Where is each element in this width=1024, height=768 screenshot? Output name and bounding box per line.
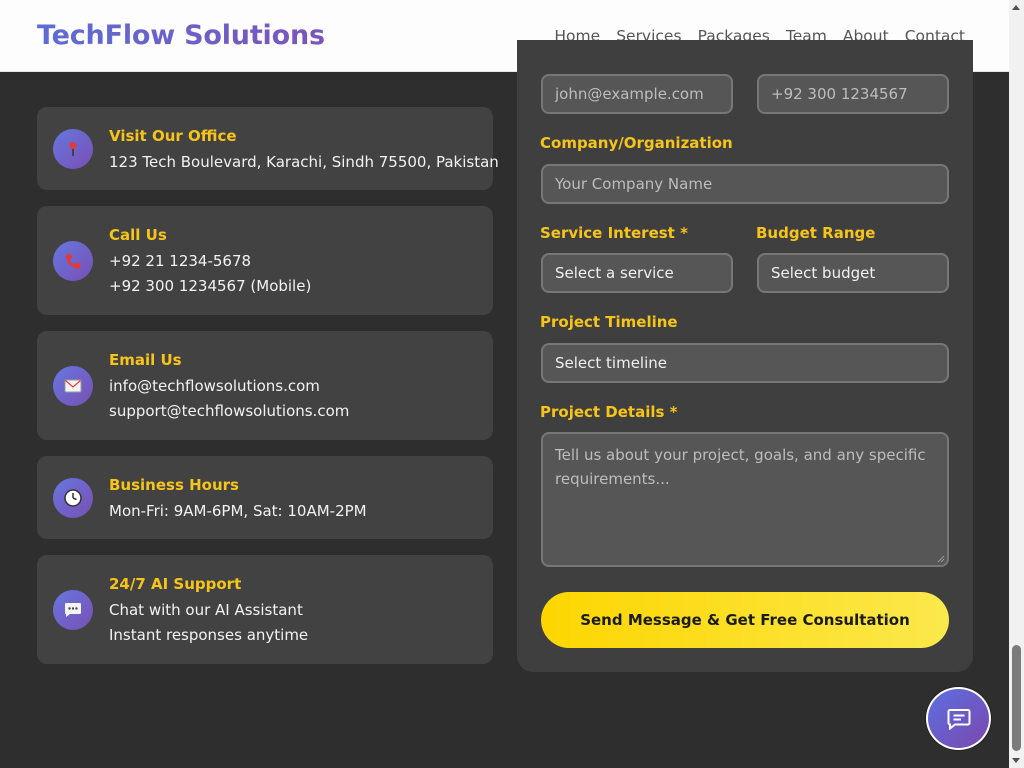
- chat-bubble-icon: [53, 590, 93, 630]
- timeline-label: Project Timeline: [540, 313, 678, 331]
- send-message-button[interactable]: Send Message & Get Free Consultation: [541, 592, 949, 648]
- details-label: Project Details *: [540, 403, 678, 421]
- card-hours: Business Hours Mon-Fri: 9AM-6PM, Sat: 10…: [37, 456, 493, 539]
- scroll-down-icon[interactable]: [1012, 758, 1020, 763]
- service-select[interactable]: Select a service: [541, 253, 733, 293]
- card-text[interactable]: info@techflowsolutions.com: [109, 377, 320, 395]
- card-ai-support[interactable]: 24/7 AI Support Chat with our AI Assista…: [37, 555, 493, 664]
- card-text[interactable]: +92 300 1234567 (Mobile): [109, 277, 311, 295]
- phone-icon: [53, 241, 93, 281]
- clock-icon: [53, 478, 93, 518]
- details-placeholder: Tell us about your project, goals, and a…: [555, 446, 926, 488]
- company-label: Company/Organization: [540, 134, 733, 152]
- chat-fab-button[interactable]: [926, 687, 991, 750]
- scrollbar-thumb[interactable]: [1012, 645, 1021, 751]
- card-title: Visit Our Office: [109, 127, 237, 145]
- email-field[interactable]: john@example.com: [541, 74, 733, 114]
- company-field[interactable]: Your Company Name: [541, 164, 949, 204]
- card-text[interactable]: +92 21 1234-5678: [109, 252, 251, 270]
- mail-icon: [53, 366, 93, 406]
- card-title: Call Us: [109, 226, 167, 244]
- page-scrollbar[interactable]: [1009, 0, 1024, 768]
- chat-icon: [947, 708, 970, 730]
- card-email: Email Us info@techflowsolutions.com supp…: [37, 331, 493, 440]
- phone-field[interactable]: +92 300 1234567: [757, 74, 949, 114]
- service-label: Service Interest *: [540, 224, 688, 242]
- card-text: Chat with our AI Assistant: [109, 601, 303, 619]
- card-text: 123 Tech Boulevard, Karachi, Sindh 75500…: [109, 153, 499, 171]
- timeline-select[interactable]: Select timeline: [541, 343, 949, 383]
- card-phone: Call Us +92 21 1234-5678 +92 300 1234567…: [37, 206, 493, 315]
- card-text[interactable]: support@techflowsolutions.com: [109, 402, 349, 420]
- project-details-textarea[interactable]: Tell us about your project, goals, and a…: [541, 432, 949, 567]
- card-text: Mon-Fri: 9AM-6PM, Sat: 10AM-2PM: [109, 502, 367, 520]
- brand-logo[interactable]: TechFlow Solutions: [37, 20, 325, 51]
- resize-handle-icon[interactable]: [937, 555, 945, 563]
- card-office: Visit Our Office 123 Tech Boulevard, Kar…: [37, 107, 499, 190]
- card-title: 24/7 AI Support: [109, 575, 242, 593]
- map-pin-icon: [53, 129, 93, 169]
- budget-label: Budget Range: [756, 224, 876, 242]
- card-text: Instant responses anytime: [109, 626, 309, 644]
- budget-select[interactable]: Select budget: [757, 253, 949, 293]
- card-title: Business Hours: [109, 476, 239, 494]
- card-title: Email Us: [109, 351, 182, 369]
- scroll-up-icon[interactable]: [1012, 5, 1020, 10]
